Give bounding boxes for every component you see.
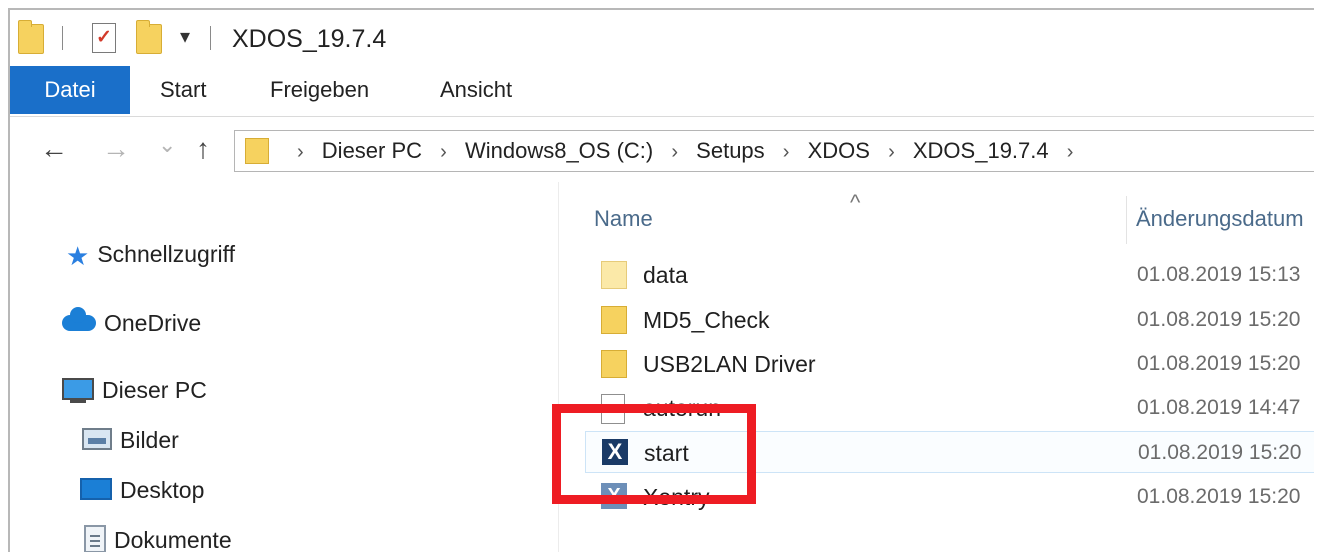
highlight-box [552,404,756,504]
cloud-icon [62,306,96,331]
breadcrumb-separator: › [297,141,304,163]
breadcrumb-dieser-pc[interactable]: Dieser PC [322,138,422,163]
breadcrumb-xdos[interactable]: XDOS [808,138,870,163]
breadcrumb-separator[interactable]: › [440,141,447,163]
sidebar-item-schnellzugriff[interactable]: ★ Schnellzugriff [66,234,235,274]
column-divider[interactable] [1126,196,1127,244]
file-row-usb2lan-driver[interactable]: USB2LAN Driver 01.08.2019 15:20 [585,343,1314,385]
navigation-bar: ← → ⌄ ↑ › Dieser PC › Windows8_OS (C:) ›… [10,116,1314,182]
sort-ascending-icon: ^ [850,190,861,215]
forward-arrow-icon[interactable]: → [102,132,130,166]
folder-icon [601,261,627,289]
file-date: 01.08.2019 15:20 [1137,352,1301,375]
computer-icon [62,377,94,403]
properties-icon[interactable]: ✓ [92,23,116,53]
folder-icon [601,306,627,334]
customize-toolbar-icon[interactable]: ▾ [180,24,190,49]
window-title: XDOS_19.7.4 [232,25,387,53]
sidebar-item-label: Desktop [120,477,205,503]
folder-icon [18,20,44,54]
up-arrow-icon[interactable]: ↑ [196,132,210,166]
tab-freigeben[interactable]: Freigeben [270,66,369,114]
ribbon: Datei Start Freigeben Ansicht [10,66,1314,117]
sidebar-item-dieser-pc[interactable]: Dieser PC [62,370,207,410]
breadcrumb-xdos-19-7-4[interactable]: XDOS_19.7.4 [913,138,1049,163]
back-arrow-icon[interactable]: ← [40,132,68,166]
sidebar-item-label: Dokumente [114,527,232,552]
file-date: 01.08.2019 14:47 [1137,396,1301,419]
breadcrumb-separator[interactable]: › [783,141,790,163]
sidebar-item-label: Dieser PC [102,377,207,403]
breadcrumb-setups[interactable]: Setups [696,138,765,163]
desktop-icon [80,477,112,500]
breadcrumb-separator[interactable]: › [671,141,678,163]
breadcrumb-windows8-os[interactable]: Windows8_OS (C:) [465,138,653,163]
column-header-date[interactable]: Änderungsdatum [1136,206,1304,232]
recent-locations-icon[interactable]: ⌄ [158,128,176,162]
tab-ansicht[interactable]: Ansicht [440,66,512,114]
new-folder-icon[interactable] [136,20,162,54]
sidebar-item-dokumente[interactable]: Dokumente [84,520,232,552]
breadcrumb-separator[interactable]: › [1067,141,1074,163]
breadcrumb: › Dieser PC › Windows8_OS (C:) › Setups … [285,131,1085,171]
pictures-icon [82,427,112,450]
tab-datei[interactable]: Datei [10,66,130,114]
breadcrumb-separator[interactable]: › [888,141,895,163]
star-icon: ★ [66,240,90,271]
sidebar-item-label: OneDrive [104,310,202,336]
sidebar-item-label: Bilder [120,427,179,453]
sidebar-item-label: Schnellzugriff [97,241,235,267]
file-date: 01.08.2019 15:20 [1138,441,1302,464]
folder-icon [245,138,269,164]
file-name: USB2LAN Driver [643,351,816,377]
file-date: 01.08.2019 15:20 [1137,308,1301,331]
separator [62,26,63,50]
tab-start[interactable]: Start [160,66,206,114]
title-bar: ✓ ▾ XDOS_19.7.4 [10,10,1314,66]
folder-icon [601,350,627,378]
column-header-name[interactable]: Name [594,206,653,232]
file-name: MD5_Check [643,307,770,333]
navigation-pane: ★ Schnellzugriff OneDrive Dieser PC Bilde… [10,182,550,552]
file-date: 01.08.2019 15:20 [1137,485,1301,508]
sidebar-item-desktop[interactable]: Desktop [80,470,204,510]
file-row-md5-check[interactable]: MD5_Check 01.08.2019 15:20 [585,299,1314,341]
file-name: data [643,262,688,288]
address-bar[interactable]: › Dieser PC › Windows8_OS (C:) › Setups … [234,130,1314,172]
file-date: 01.08.2019 15:13 [1137,263,1301,286]
documents-icon [84,524,106,552]
file-row-data[interactable]: data 01.08.2019 15:13 [585,254,1314,296]
separator [210,26,211,50]
sidebar-item-onedrive[interactable]: OneDrive [62,303,201,343]
sidebar-item-bilder[interactable]: Bilder [82,420,179,460]
